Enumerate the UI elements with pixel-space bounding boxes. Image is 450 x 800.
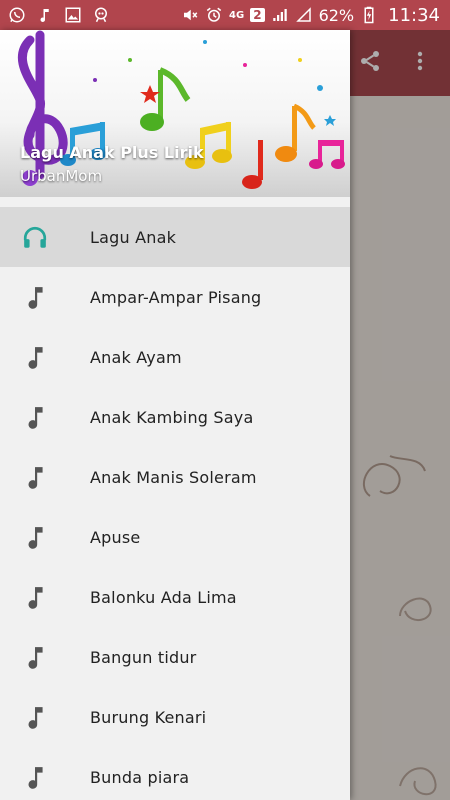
whatsapp-icon [8, 6, 26, 24]
menu-item-label: Lagu Anak [90, 227, 177, 247]
music-note-icon [28, 587, 43, 609]
menu-item-label: Ampar-Ampar Pisang [90, 287, 262, 307]
signal-icon-2 [295, 6, 313, 24]
music-note-icon [28, 467, 43, 489]
menu-item-label: Bangun tidur [90, 647, 197, 667]
menu-item-label: Apuse [90, 527, 141, 547]
music-note-icon [28, 407, 43, 429]
menu-item-song[interactable]: Balonku Ada Lima [0, 567, 350, 627]
sim-slot-badge: 2 [250, 8, 265, 22]
signal-icon [271, 6, 289, 24]
drawer-menu: Lagu Anak Ampar-Ampar Pisang Anak Ayam A… [0, 207, 350, 800]
menu-item-label: Balonku Ada Lima [90, 587, 237, 607]
music-note-icon [28, 527, 43, 549]
music-note-icon [28, 707, 43, 729]
battery-percent: 62% [318, 5, 355, 25]
notification-icons [0, 0, 110, 30]
menu-item-label: Anak Ayam [90, 347, 182, 367]
drawer-title: Lagu Anak Plus Lirik [20, 143, 204, 162]
headphones-icon [23, 226, 47, 248]
music-note-icon [28, 647, 43, 669]
menu-item-label: Anak Kambing Saya [90, 407, 254, 427]
menu-item-lagu-anak[interactable]: Lagu Anak [0, 207, 350, 267]
menu-item-song[interactable]: Apuse [0, 507, 350, 567]
game-icon [92, 6, 110, 24]
menu-item-song[interactable]: Bunda piara [0, 747, 350, 800]
music-note-icon [28, 347, 43, 369]
clock: 11:34 [388, 4, 440, 26]
status-bar: 4G 2 62% 11:34 [0, 0, 450, 30]
menu-item-song[interactable]: Anak Kambing Saya [0, 387, 350, 447]
menu-item-label: Anak Manis Soleram [90, 467, 257, 487]
menu-item-song[interactable]: Burung Kenari [0, 687, 350, 747]
menu-item-song[interactable]: Bangun tidur [0, 627, 350, 687]
battery-charging-icon [360, 6, 378, 24]
music-note-icon [28, 767, 43, 789]
music-note-icon [36, 6, 54, 24]
network-type-label: 4G [229, 9, 245, 21]
music-note-icon [28, 287, 43, 309]
drawer-subtitle: UrbanMom [20, 167, 103, 185]
alarm-icon [205, 6, 223, 24]
menu-item-label: Burung Kenari [90, 707, 207, 727]
menu-item-song[interactable]: Ampar-Ampar Pisang [0, 267, 350, 327]
system-icons: 4G 2 62% 11:34 [181, 0, 450, 30]
menu-item-song[interactable]: Anak Ayam [0, 327, 350, 387]
drawer-header: Lagu Anak Plus Lirik UrbanMom [0, 30, 350, 197]
mute-icon [181, 6, 199, 24]
menu-item-song[interactable]: Anak Manis Soleram [0, 447, 350, 507]
navigation-drawer: Lagu Anak Plus Lirik UrbanMom Lagu Anak … [0, 30, 350, 800]
image-icon [64, 6, 82, 24]
menu-item-label: Bunda piara [90, 767, 190, 787]
